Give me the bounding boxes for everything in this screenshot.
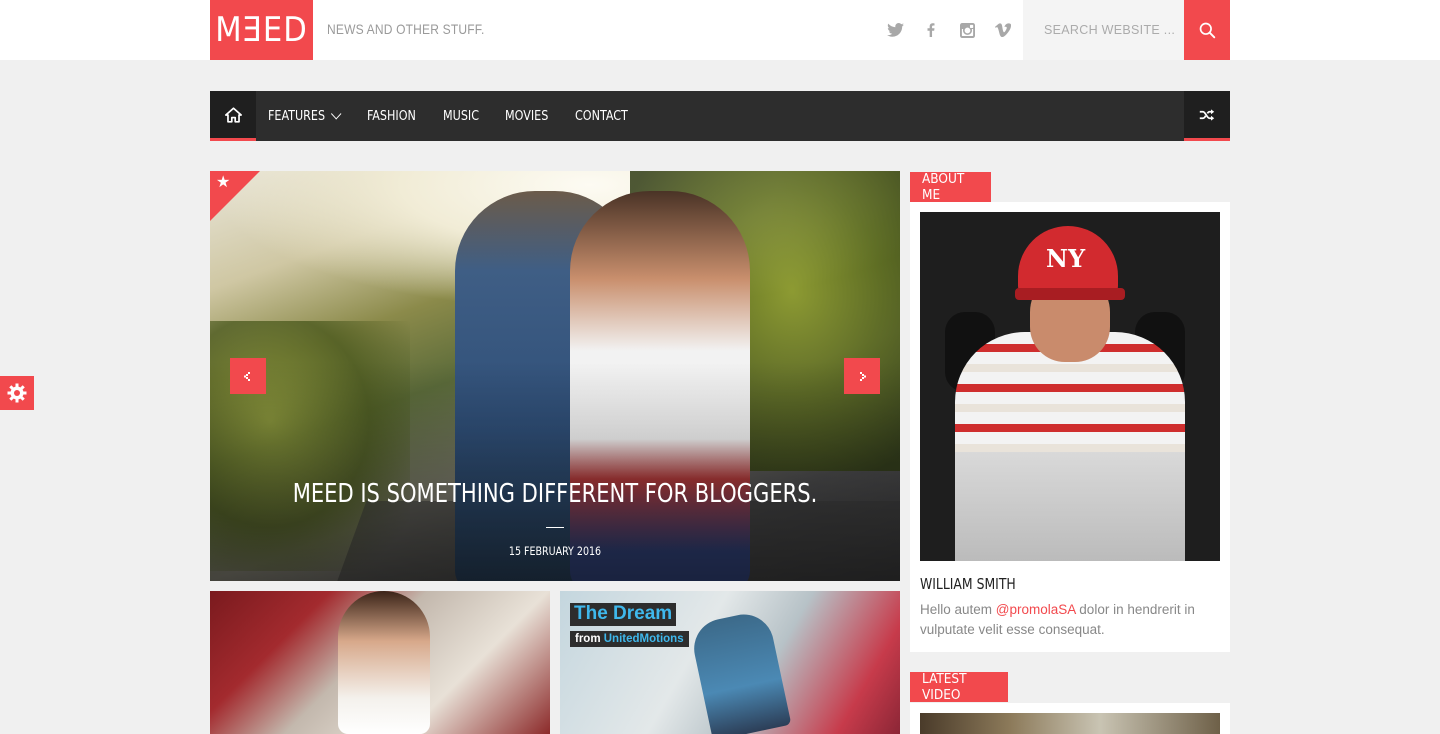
nav-item-movies[interactable]: MOVIES (505, 108, 548, 124)
slide-date: 15 FEBRUARY 2016 (508, 544, 602, 558)
search-input[interactable] (1023, 0, 1184, 60)
photo-jacket-lower (955, 452, 1185, 561)
nav-item-music[interactable]: MUSIC (443, 108, 479, 124)
slide-divider (546, 527, 564, 528)
video-source-brand: UnitedMotions (603, 633, 684, 645)
nav-item-features[interactable]: FEATURES (268, 108, 342, 124)
nav-menu: FEATURES FASHION MUSIC MOVIES CONTACT (268, 91, 656, 141)
site-logo[interactable]: MƎED (210, 0, 313, 60)
chevron-down-icon (331, 108, 342, 120)
author-name: WILLIAM SMITH (920, 575, 1016, 593)
main-nav: FEATURES FASHION MUSIC MOVIES CONTACT (210, 91, 1230, 141)
slider-prev-button[interactable] (230, 358, 266, 394)
slide-title[interactable]: MEED IS SOMETHING DIFFERENT FOR BLOGGERS… (245, 479, 866, 509)
post-image-dancer (688, 608, 792, 734)
search-box (1023, 0, 1184, 60)
star-icon: ★ (216, 174, 231, 191)
nav-item-fashion[interactable]: FASHION (367, 108, 416, 124)
settings-panel-toggle[interactable] (0, 376, 34, 410)
site-tagline: NEWS AND OTHER STUFF. (327, 21, 485, 37)
home-icon (224, 106, 242, 123)
video-source-prefix: from (575, 633, 604, 645)
cap-logo: NY (1046, 244, 1086, 273)
latest-video-heading: LATEST VIDEO (910, 671, 1008, 703)
nav-item-label: MUSIC (443, 108, 480, 124)
search-button[interactable] (1184, 0, 1230, 60)
author-photo: NY (920, 212, 1220, 561)
nav-item-contact[interactable]: CONTACT (575, 108, 628, 124)
author-bio: Hello autem @promolaSA dolor in hendreri… (920, 600, 1220, 640)
search-icon (1199, 22, 1215, 38)
random-post-button[interactable] (1184, 91, 1230, 141)
author-handle-link[interactable]: @promolaSA (996, 602, 1076, 617)
latest-video-thumbnail[interactable] (920, 713, 1220, 734)
photo-cap-brim (1015, 288, 1125, 300)
facebook-icon[interactable] (920, 19, 942, 41)
twitter-icon[interactable] (884, 19, 906, 41)
latest-video-widget (910, 703, 1230, 734)
about-me-widget: NY WILLIAM SMITH Hello autem @promolaSA … (910, 202, 1230, 652)
social-links (884, 19, 1014, 41)
gear-icon (7, 383, 27, 403)
nav-item-label: FASHION (367, 108, 416, 124)
vimeo-icon[interactable] (992, 19, 1014, 41)
post-thumbnail[interactable] (210, 591, 550, 734)
chevron-right-icon (860, 372, 866, 381)
instagram-icon[interactable] (956, 19, 978, 41)
slider-next-button[interactable] (844, 358, 880, 394)
nav-item-label: MOVIES (505, 108, 549, 124)
video-title: The Dream (570, 603, 677, 626)
about-me-heading: ABOUT ME (910, 171, 991, 203)
top-header: MƎED NEWS AND OTHER STUFF. (0, 0, 1440, 60)
shuffle-icon (1199, 108, 1215, 121)
nav-item-label: CONTACT (575, 108, 629, 124)
video-post-thumbnail[interactable]: The Dream from UnitedMotions (560, 591, 900, 734)
bio-text-start: Hello autem (920, 602, 996, 617)
featured-slider[interactable]: ★ MEED IS SOMETHING DIFFERENT FOR BLOGGE… (210, 171, 900, 581)
video-source: from UnitedMotions (570, 631, 689, 647)
nav-item-label: FEATURES (268, 108, 326, 124)
chevron-left-icon (244, 372, 250, 381)
post-image-woman (338, 591, 430, 734)
nav-home-button[interactable] (210, 91, 256, 141)
